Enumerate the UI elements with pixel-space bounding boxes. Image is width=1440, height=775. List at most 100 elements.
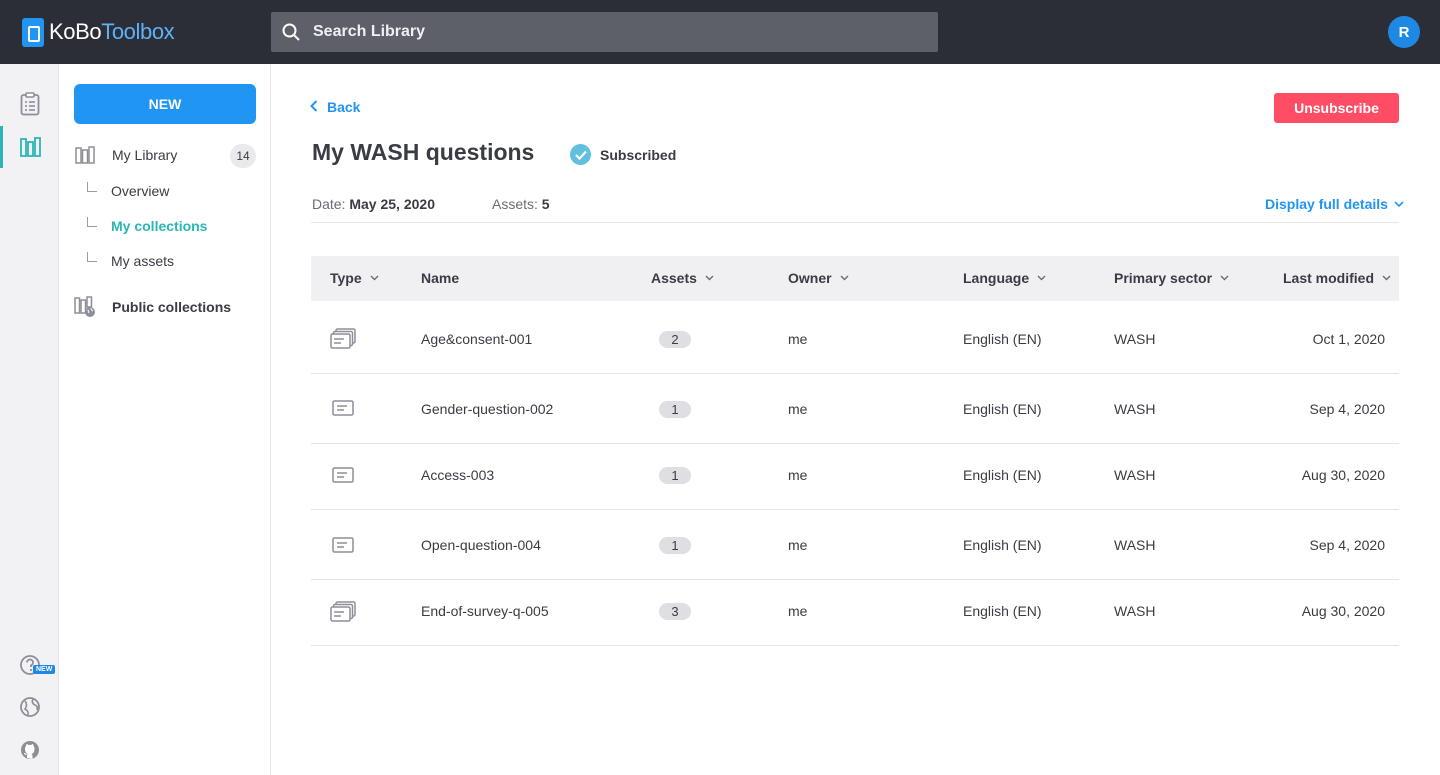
row-owner: me — [788, 537, 808, 553]
row-modified: Sep 4, 2020 — [1309, 537, 1385, 553]
table-row[interactable]: Open-question-004 1 me English (EN) WASH… — [311, 510, 1399, 580]
table-header: Type Name Assets Owner Language Primary … — [311, 256, 1399, 301]
status-label: Subscribed — [600, 146, 677, 163]
block-icon — [330, 601, 356, 622]
new-badge: NEW — [33, 665, 56, 674]
row-name[interactable]: Open-question-004 — [421, 537, 541, 553]
assets-count-badge: 2 — [659, 331, 691, 348]
chevron-down-icon — [1220, 275, 1229, 281]
tree-branch-icon — [87, 217, 97, 227]
assets-count-badge: 1 — [659, 467, 691, 484]
column-type[interactable]: Type — [330, 270, 379, 286]
column-label: Name — [421, 270, 460, 286]
rail-github[interactable] — [0, 729, 59, 771]
column-label: Language — [963, 270, 1030, 286]
rail-help[interactable]: NEW — [0, 644, 59, 686]
question-icon — [332, 400, 354, 416]
column-label: Assets — [651, 270, 697, 286]
row-modified: Oct 1, 2020 — [1312, 331, 1385, 347]
column-label: Owner — [788, 270, 832, 286]
row-owner: me — [788, 331, 808, 347]
table-row[interactable]: Age&consent-001 2 me English (EN) WASH O… — [311, 301, 1399, 374]
assets-count-badge: 3 — [659, 603, 691, 620]
column-label: Last modified — [1283, 270, 1375, 286]
sidebar-sub-label: Overview — [111, 183, 170, 199]
row-sector: WASH — [1114, 401, 1156, 417]
sidebar-item-my-collections[interactable]: My collections — [87, 217, 207, 234]
rail-language[interactable] — [0, 686, 59, 728]
column-assets[interactable]: Assets — [651, 270, 714, 286]
sidebar-item-public-collections[interactable]: Public collections — [74, 296, 231, 318]
column-label: Type — [330, 270, 362, 286]
main-content: Back Unsubscribe My WASH questions Subsc… — [272, 64, 1440, 775]
row-modified: Aug 30, 2020 — [1301, 467, 1385, 483]
row-owner: me — [788, 467, 808, 483]
row-owner: me — [788, 603, 808, 619]
row-name[interactable]: Gender-question-002 — [421, 401, 553, 417]
sidebar-sub-label: My collections — [111, 218, 208, 234]
user-avatar[interactable]: R — [1388, 16, 1420, 48]
chevron-down-icon — [1037, 275, 1046, 281]
chevron-left-icon — [310, 99, 318, 115]
chevron-down-icon — [1382, 275, 1391, 281]
sidebar-item-label: My Library — [112, 147, 178, 163]
row-sector: WASH — [1114, 603, 1156, 619]
github-icon — [20, 741, 39, 759]
assets-meta: Assets: 5 — [492, 196, 550, 212]
globe-icon — [19, 697, 40, 717]
sidebar-item-my-library[interactable]: My Library — [74, 144, 177, 166]
row-language: English (EN) — [963, 331, 1042, 347]
column-language[interactable]: Language — [963, 270, 1046, 286]
sidebar-item-my-assets[interactable]: My assets — [87, 252, 174, 269]
row-name[interactable]: End-of-survey-q-005 — [421, 603, 549, 619]
check-circle-icon — [570, 144, 591, 165]
rail-projects[interactable] — [0, 83, 59, 125]
display-full-details-toggle[interactable]: Display full details — [1265, 196, 1404, 212]
chevron-down-icon — [840, 275, 849, 281]
sidebar-item-label: Public collections — [112, 299, 232, 315]
row-sector: WASH — [1114, 467, 1156, 483]
column-last-modified[interactable]: Last modified — [1283, 270, 1391, 286]
sidebar-item-overview[interactable]: Overview — [87, 182, 169, 199]
column-owner[interactable]: Owner — [788, 270, 849, 286]
chevron-down-icon — [705, 275, 714, 281]
column-name[interactable]: Name — [421, 270, 459, 286]
assets-value: 5 — [541, 196, 550, 212]
search-bar[interactable] — [271, 12, 938, 52]
block-icon — [330, 328, 356, 349]
row-language: English (EN) — [963, 467, 1042, 483]
chevron-down-icon — [1394, 201, 1404, 207]
assets-label: Assets: — [492, 196, 538, 212]
column-primary-sector[interactable]: Primary sector — [1114, 270, 1229, 286]
table-row[interactable]: Gender-question-002 1 me English (EN) WA… — [311, 374, 1399, 444]
icon-rail: NEW — [0, 64, 59, 775]
back-link[interactable]: Back — [310, 99, 360, 115]
new-button[interactable]: NEW — [74, 84, 256, 124]
search-icon — [282, 23, 300, 41]
row-name[interactable]: Access-003 — [421, 467, 494, 483]
subscribed-status: Subscribed — [570, 144, 676, 165]
divider — [311, 222, 1399, 223]
library-icon — [74, 144, 96, 166]
row-modified: Sep 4, 2020 — [1309, 401, 1385, 417]
unsubscribe-button[interactable]: Unsubscribe — [1274, 93, 1399, 123]
public-library-icon — [74, 296, 96, 318]
date-value: May 25, 2020 — [349, 196, 435, 212]
rail-library[interactable] — [0, 126, 59, 168]
back-label: Back — [327, 99, 361, 115]
logo-mark-icon — [22, 17, 44, 47]
row-name[interactable]: Age&consent-001 — [421, 331, 532, 347]
table-row[interactable]: Access-003 1 me English (EN) WASH Aug 30… — [311, 444, 1399, 510]
date-meta: Date: May 25, 2020 — [312, 196, 435, 212]
table-row[interactable]: End-of-survey-q-005 3 me English (EN) WA… — [311, 580, 1399, 646]
column-label: Primary sector — [1114, 270, 1213, 286]
kobotoolbox-logo[interactable]: KoBoToolbox — [22, 17, 175, 47]
tree-branch-icon — [87, 252, 97, 262]
chevron-down-icon — [370, 275, 379, 281]
library-sidebar: NEW My Library 14 Overview My collection… — [59, 64, 271, 775]
logo-text: KoBoToolbox — [49, 19, 175, 45]
date-label: Date: — [312, 196, 346, 212]
search-input[interactable] — [313, 23, 873, 41]
logo-text-left: KoBo — [49, 19, 102, 44]
clipboard-icon — [20, 92, 39, 116]
